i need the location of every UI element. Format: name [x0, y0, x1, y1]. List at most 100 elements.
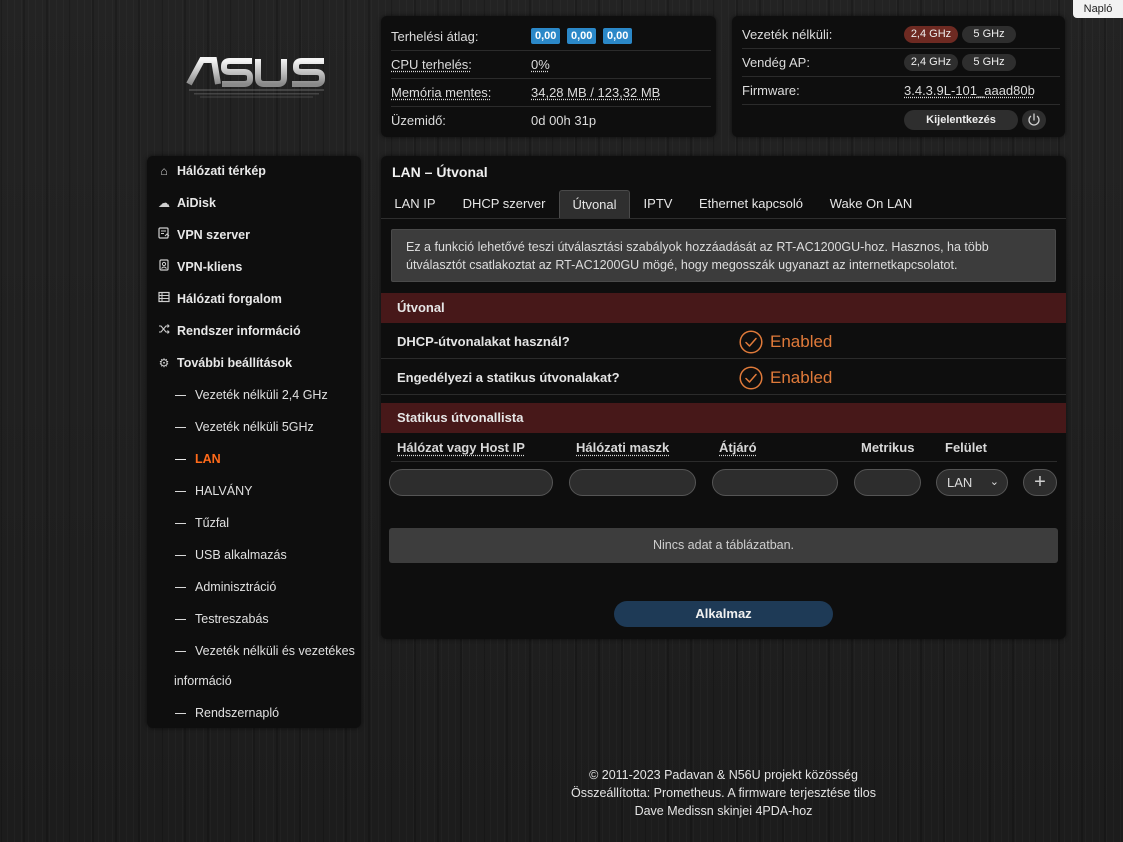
sidebar-item-aidisk[interactable]: ☁ AiDisk: [157, 192, 216, 214]
add-route-button[interactable]: +: [1023, 469, 1057, 496]
section-header-route: Útvonal: [381, 293, 1066, 323]
footer: © 2011-2023 Padavan & N56U projekt közös…: [381, 766, 1066, 820]
info-box: Ez a funkció lehetővé teszi útválasztási…: [391, 229, 1056, 282]
memory-value[interactable]: 34,28 MB / 123,32 MB: [531, 85, 660, 100]
tab-iptv[interactable]: IPTV: [635, 190, 681, 218]
sidebar-sub-wireless-24[interactable]: Vezeték nélküli 2,4 GHz: [175, 384, 328, 406]
static-routes-row: Engedélyezi a statikus útvonalakat? Enab…: [381, 360, 1066, 395]
sidebar-sub-label: információ: [174, 674, 232, 688]
sidebar-sub-label: Vezeték nélküli és vezetékes: [195, 644, 355, 658]
gear-icon: ⚙: [158, 356, 170, 370]
system-stats-panel: Terhelési átlag: 0,00 0,00 0,00 CPU terh…: [381, 16, 716, 137]
sidebar-sub-customization[interactable]: Testreszabás: [175, 608, 269, 630]
dash: [175, 651, 186, 653]
column-header-netmask: Hálózati maszk: [576, 440, 670, 455]
vpn-server-icon: [157, 224, 171, 246]
guest-24ghz-button[interactable]: 2,4 GHz: [904, 54, 958, 71]
tab-dhcp-server[interactable]: DHCP szerver: [453, 190, 555, 218]
load-average-label: Terhelési átlag:: [391, 29, 479, 44]
sidebar-sub-label: HALVÁNY: [195, 484, 253, 498]
sidebar-item-vpn-server[interactable]: VPN szerver: [157, 224, 250, 246]
sidebar-sub-label: USB alkalmazás: [195, 548, 287, 562]
sidebar-menu: ⌂ Hálózati térkép ☁ AiDisk VPN szerver VPN…: [147, 156, 361, 728]
sidebar-item-system-info[interactable]: Rendszer információ: [157, 320, 301, 342]
section-header-static-list: Statikus útvonallista: [381, 403, 1066, 433]
divider: [742, 76, 1060, 77]
logout-button[interactable]: Kijelentkezés: [904, 110, 1018, 130]
dash: [175, 491, 186, 493]
guest-ap-label: Vendég AP:: [742, 55, 810, 70]
traffic-icon: [157, 288, 171, 310]
enabled-text: Enabled: [770, 368, 833, 387]
sidebar-item-label: További beállítások: [177, 356, 293, 370]
column-header-interface: Felület: [945, 440, 987, 455]
load-average-row: Terhelési átlag: 0,00 0,00 0,00: [391, 22, 711, 51]
enabled-text: Enabled: [770, 332, 833, 351]
sidebar-sub-system-log[interactable]: Rendszernapló: [175, 702, 279, 724]
sidebar-sub-label: Adminisztráció: [195, 580, 277, 594]
load-badge-5: 0,00: [567, 28, 597, 44]
sidebar-item-label: Hálózati térkép: [177, 164, 266, 178]
footer-line-2: Összeállította: Prometheus. A firmware t…: [571, 786, 876, 800]
sidebar-sub-label: Tűzfal: [195, 516, 230, 530]
tab-lan-ip[interactable]: LAN IP: [387, 190, 443, 218]
firmware-version[interactable]: 3.4.3.9L-101_aaad80b: [904, 83, 1035, 98]
tab-wake-on-lan[interactable]: Wake On LAN: [823, 190, 919, 218]
dhcp-routes-row: DHCP-útvonalakat használ? Enabled: [381, 324, 1066, 359]
dash: [175, 619, 186, 621]
memory-label[interactable]: Memória mentes:: [391, 85, 491, 100]
firmware-label: Firmware:: [742, 83, 800, 98]
guest-5ghz-button[interactable]: 5 GHz: [962, 54, 1016, 71]
cpu-row: CPU terhelés: 0%: [391, 50, 711, 79]
netmask-input[interactable]: [569, 469, 696, 496]
dash: [175, 587, 186, 589]
wireless-label: Vezeték nélküli:: [742, 27, 833, 42]
wireless-24ghz-button[interactable]: 2,4 GHz: [904, 26, 958, 43]
dash: [175, 523, 186, 525]
sidebar-sub-lan[interactable]: LAN: [175, 448, 221, 470]
sidebar-item-traffic[interactable]: Hálózati forgalom: [157, 288, 282, 310]
dash: [175, 459, 186, 461]
tab-ethernet-switch[interactable]: Ethernet kapcsoló: [691, 190, 811, 218]
sidebar-sub-firewall[interactable]: Tűzfal: [175, 512, 229, 534]
column-header-metric: Metrikus: [861, 440, 915, 455]
tab-route[interactable]: Útvonal: [559, 190, 630, 219]
empty-table-message: Nincs adat a táblázatban.: [389, 528, 1058, 563]
naplo-button[interactable]: Napló: [1073, 0, 1123, 18]
asus-logo: [186, 57, 325, 98]
dhcp-routes-label: DHCP-útvonalakat használ?: [397, 334, 570, 349]
sidebar-sub-label: Vezeték nélküli 5GHz: [195, 420, 314, 434]
gateway-input[interactable]: [712, 469, 838, 496]
cpu-value[interactable]: 0%: [531, 57, 550, 72]
dash: [175, 427, 186, 429]
sidebar-sub-wired-wireless-info[interactable]: Vezeték nélküli és vezetékes: [175, 640, 355, 662]
footer-line-1: © 2011-2023 Padavan & N56U projekt közös…: [589, 768, 858, 782]
sidebar-item-advanced-settings[interactable]: ⚙ További beállítások: [157, 352, 292, 374]
power-icon: [1028, 113, 1040, 126]
interface-selected-value: LAN: [947, 475, 973, 490]
network-ip-input[interactable]: [389, 469, 553, 496]
load-badge-15: 0,00: [603, 28, 633, 44]
sidebar-sub-wan[interactable]: HALVÁNY: [175, 480, 252, 502]
sidebar-sub-usb[interactable]: USB alkalmazás: [175, 544, 287, 566]
shuffle-icon: [157, 320, 171, 342]
dash: [175, 395, 186, 397]
wireless-5ghz-button[interactable]: 5 GHz: [962, 26, 1016, 43]
cpu-label[interactable]: CPU terhelés:: [391, 57, 472, 72]
plus-icon: +: [1034, 471, 1046, 493]
dash: [175, 555, 186, 557]
sidebar-sub-administration[interactable]: Adminisztráció: [175, 576, 276, 598]
metric-input[interactable]: [854, 469, 921, 496]
sidebar-sub-wireless-5[interactable]: Vezeték nélküli 5GHz: [175, 416, 314, 438]
sidebar-item-network-map[interactable]: ⌂ Hálózati térkép: [157, 160, 266, 182]
uptime-value: 0d 00h 31p: [531, 113, 597, 128]
vpn-client-icon: [157, 256, 171, 278]
sidebar-sub-label: Rendszernapló: [195, 706, 280, 720]
sidebar-sub-wired-wireless-info-cont[interactable]: információ: [174, 670, 232, 692]
sidebar-item-vpn-client[interactable]: VPN-kliens: [157, 256, 242, 278]
reboot-button[interactable]: [1022, 110, 1046, 130]
apply-button[interactable]: Alkalmaz: [614, 601, 833, 627]
chevron-down-icon: ⌄: [989, 476, 999, 488]
interface-select[interactable]: LAN ⌄: [936, 469, 1008, 496]
dash: [175, 713, 186, 715]
